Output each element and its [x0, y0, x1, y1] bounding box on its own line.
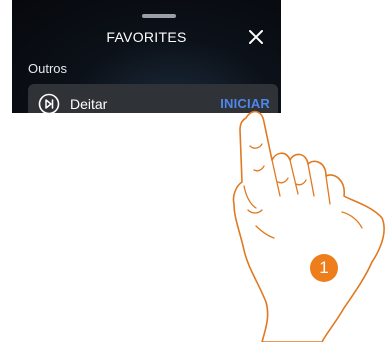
drag-handle[interactable] [142, 14, 176, 18]
close-icon [249, 30, 263, 44]
section-label: Outros [28, 61, 68, 76]
illustration-stage: FAVORITES Outros Deitar INICIAR 1 [0, 0, 385, 342]
start-button[interactable]: INICIAR [220, 96, 270, 111]
step-number-badge: 1 [310, 254, 338, 282]
device-screen: FAVORITES Outros Deitar INICIAR [12, 0, 281, 113]
favorite-item[interactable]: Deitar INICIAR [28, 84, 278, 113]
panel-title: FAVORITES [106, 29, 187, 45]
skip-play-icon [38, 93, 60, 113]
close-button[interactable] [246, 27, 266, 47]
favorite-label: Deitar [70, 96, 108, 112]
